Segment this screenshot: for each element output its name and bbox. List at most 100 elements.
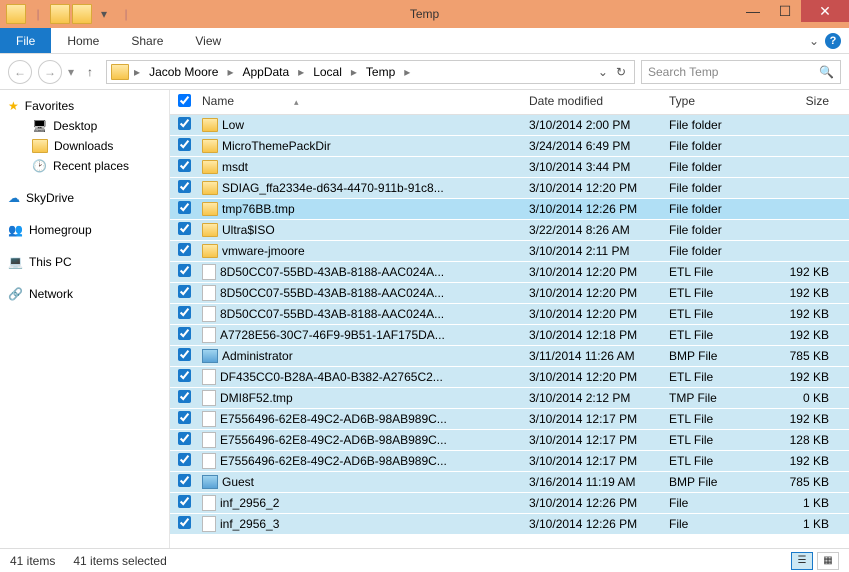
row-checkbox[interactable] — [178, 138, 191, 151]
row-checkbox[interactable] — [178, 516, 191, 529]
row-checkbox[interactable] — [178, 348, 191, 361]
sidebar-desktop[interactable]: 🖥Desktop — [0, 116, 169, 136]
search-icon: 🔍 — [819, 65, 834, 79]
file-row[interactable]: E7556496-62E8-49C2-AD6B-98AB989C...3/10/… — [170, 451, 849, 472]
breadcrumb-item[interactable]: Temp — [362, 63, 399, 81]
row-checkbox[interactable] — [178, 306, 191, 319]
row-checkbox[interactable] — [178, 474, 191, 487]
forward-button[interactable]: → — [38, 60, 62, 84]
chevron-right-icon[interactable]: ▸ — [295, 65, 307, 79]
file-row[interactable]: E7556496-62E8-49C2-AD6B-98AB989C...3/10/… — [170, 430, 849, 451]
sidebar-network[interactable]: 🔗Network — [0, 284, 169, 304]
file-row[interactable]: msdt3/10/2014 3:44 PMFile folder — [170, 157, 849, 178]
close-button[interactable]: ✕ — [801, 0, 849, 22]
file-size: 192 KB — [769, 328, 849, 342]
breadcrumb-item[interactable]: AppData — [238, 63, 293, 81]
help-icon[interactable]: ? — [825, 33, 841, 49]
file-date: 3/10/2014 12:20 PM — [529, 265, 669, 279]
sidebar-favorites[interactable]: ★Favorites — [0, 96, 169, 116]
file-tab[interactable]: File — [0, 28, 51, 53]
icons-view-button[interactable]: ▦ — [817, 552, 839, 570]
tab-home[interactable]: Home — [51, 30, 115, 52]
qat-dropdown-icon[interactable]: ▾ — [94, 4, 114, 24]
file-row[interactable]: Low3/10/2014 2:00 PMFile folder — [170, 115, 849, 136]
file-row[interactable]: 8D50CC07-55BD-43AB-8188-AAC024A...3/10/2… — [170, 262, 849, 283]
row-checkbox[interactable] — [178, 453, 191, 466]
breadcrumb[interactable]: ▸ Jacob Moore ▸ AppData ▸ Local ▸ Temp ▸… — [106, 60, 635, 84]
row-checkbox[interactable] — [178, 495, 191, 508]
dropdown-icon[interactable]: ⌄ — [598, 65, 608, 79]
refresh-icon[interactable]: ↻ — [616, 65, 626, 79]
recent-dropdown-icon[interactable]: ▾ — [68, 65, 74, 79]
file-date: 3/10/2014 12:26 PM — [529, 496, 669, 510]
file-row[interactable]: 8D50CC07-55BD-43AB-8188-AAC024A...3/10/2… — [170, 304, 849, 325]
file-row[interactable]: 8D50CC07-55BD-43AB-8188-AAC024A...3/10/2… — [170, 283, 849, 304]
sidebar-thispc[interactable]: 💻This PC — [0, 252, 169, 272]
row-checkbox[interactable] — [178, 432, 191, 445]
row-checkbox[interactable] — [178, 243, 191, 256]
file-row[interactable]: tmp76BB.tmp3/10/2014 12:26 PMFile folder — [170, 199, 849, 220]
status-bar: 41 items 41 items selected ☰ ▦ — [0, 548, 849, 572]
row-checkbox[interactable] — [178, 411, 191, 424]
sidebar-downloads[interactable]: Downloads — [0, 136, 169, 156]
chevron-right-icon[interactable]: ▸ — [348, 65, 360, 79]
search-input[interactable]: Search Temp 🔍 — [641, 60, 841, 84]
file-icon — [202, 411, 216, 427]
details-view-button[interactable]: ☰ — [791, 552, 813, 570]
sidebar-recent[interactable]: 🕑Recent places — [0, 156, 169, 176]
row-checkbox[interactable] — [178, 159, 191, 172]
file-icon — [202, 453, 216, 469]
file-name: SDIAG_ffa2334e-d634-4470-911b-91c8... — [222, 181, 444, 195]
row-checkbox[interactable] — [178, 117, 191, 130]
file-icon — [202, 495, 216, 511]
sidebar-skydrive[interactable]: ☁SkyDrive — [0, 188, 169, 208]
network-icon: 🔗 — [8, 287, 23, 301]
back-button[interactable]: ← — [8, 60, 32, 84]
file-row[interactable]: vmware-jmoore3/10/2014 2:11 PMFile folde… — [170, 241, 849, 262]
row-checkbox[interactable] — [178, 201, 191, 214]
sidebar-homegroup[interactable]: 👥Homegroup — [0, 220, 169, 240]
breadcrumb-item[interactable]: Jacob Moore — [145, 63, 222, 81]
chevron-right-icon[interactable]: ▸ — [131, 65, 143, 79]
column-size[interactable]: Size — [769, 94, 849, 110]
row-checkbox[interactable] — [178, 285, 191, 298]
file-name: msdt — [222, 160, 248, 174]
file-row[interactable]: Administrator3/11/2014 11:26 AMBMP File7… — [170, 346, 849, 367]
row-checkbox[interactable] — [178, 222, 191, 235]
file-row[interactable]: E7556496-62E8-49C2-AD6B-98AB989C...3/10/… — [170, 409, 849, 430]
chevron-right-icon[interactable]: ▸ — [224, 65, 236, 79]
properties-icon[interactable] — [50, 4, 70, 24]
file-type: File — [669, 517, 769, 531]
file-row[interactable]: inf_2956_33/10/2014 12:26 PMFile1 KB — [170, 514, 849, 535]
column-type[interactable]: Type — [669, 94, 769, 110]
chevron-down-icon[interactable]: ⌄ — [809, 34, 819, 48]
file-row[interactable]: DF435CC0-B28A-4BA0-B382-A2765C2...3/10/2… — [170, 367, 849, 388]
window-title: Temp — [410, 7, 439, 21]
file-type: ETL File — [669, 370, 769, 384]
row-checkbox[interactable] — [178, 264, 191, 277]
minimize-button[interactable]: — — [737, 0, 769, 22]
file-row[interactable]: A7728E56-30C7-46F9-9B51-1AF175DA...3/10/… — [170, 325, 849, 346]
row-checkbox[interactable] — [178, 327, 191, 340]
row-checkbox[interactable] — [178, 390, 191, 403]
file-row[interactable]: DMI8F52.tmp3/10/2014 2:12 PMTMP File0 KB — [170, 388, 849, 409]
column-name[interactable]: Name▴ — [198, 94, 529, 110]
row-checkbox[interactable] — [178, 180, 191, 193]
breadcrumb-item[interactable]: Local — [309, 63, 346, 81]
file-row[interactable]: inf_2956_23/10/2014 12:26 PMFile1 KB — [170, 493, 849, 514]
chevron-right-icon[interactable]: ▸ — [401, 65, 413, 79]
select-all-checkbox[interactable] — [178, 94, 191, 107]
column-date[interactable]: Date modified — [529, 94, 669, 110]
new-folder-icon[interactable] — [72, 4, 92, 24]
file-row[interactable]: MicroThemePackDir3/24/2014 6:49 PMFile f… — [170, 136, 849, 157]
tab-view[interactable]: View — [179, 30, 237, 52]
up-button[interactable]: ↑ — [80, 62, 100, 82]
maximize-button[interactable]: ☐ — [769, 0, 801, 22]
file-date: 3/10/2014 2:00 PM — [529, 118, 669, 132]
file-row[interactable]: Ultra$ISO3/22/2014 8:26 AMFile folder — [170, 220, 849, 241]
file-row[interactable]: Guest3/16/2014 11:19 AMBMP File785 KB — [170, 472, 849, 493]
tab-share[interactable]: Share — [115, 30, 179, 52]
file-row[interactable]: SDIAG_ffa2334e-d634-4470-911b-91c8...3/1… — [170, 178, 849, 199]
row-checkbox[interactable] — [178, 369, 191, 382]
title-bar: | ▾ | Temp — ☐ ✕ — [0, 0, 849, 28]
